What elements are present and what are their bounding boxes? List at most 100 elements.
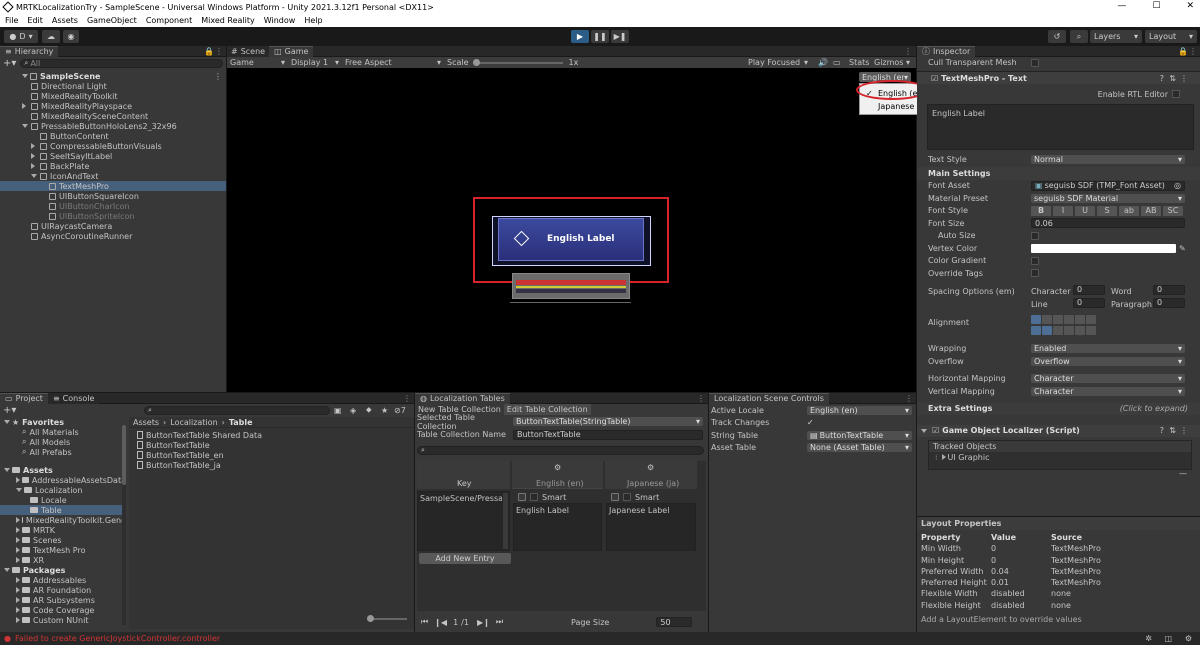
checkbox-checked-icon[interactable]: ☑ bbox=[932, 426, 939, 435]
align-button-icon[interactable] bbox=[1086, 314, 1096, 324]
hierarchy-item[interactable]: UIButtonSquareIcon bbox=[0, 191, 226, 201]
font-style-button[interactable]: U bbox=[1075, 205, 1095, 216]
help-icon[interactable]: ? bbox=[1160, 426, 1164, 435]
gear-icon[interactable]: ⚙ bbox=[554, 463, 561, 472]
collapse-arrow-icon[interactable] bbox=[16, 577, 20, 583]
display-dropdown[interactable]: Display 1 ▾ bbox=[291, 58, 339, 67]
hierarchy-item[interactable]: TextMeshPro bbox=[0, 181, 226, 191]
project-tree-scrollbar[interactable] bbox=[122, 425, 126, 625]
spacing-field[interactable]: 0 bbox=[1153, 297, 1185, 308]
align-button-icon[interactable] bbox=[1053, 314, 1063, 324]
kebab-menu-icon[interactable]: ⋮ bbox=[697, 394, 705, 403]
hierarchy-search-input[interactable]: ⌕ All bbox=[20, 58, 223, 68]
english-value-cell[interactable]: English Label bbox=[513, 503, 602, 551]
smart-checkbox[interactable] bbox=[623, 493, 631, 501]
text-input-area[interactable]: English Label bbox=[927, 104, 1194, 150]
lock-icon[interactable]: 🔒 bbox=[204, 47, 214, 56]
holo-button[interactable]: English Label bbox=[498, 218, 644, 261]
slider-handle[interactable] bbox=[472, 58, 480, 66]
eyedropper-icon[interactable]: ✎ bbox=[1179, 244, 1186, 253]
smart-toggle-ja[interactable]: Smart bbox=[607, 492, 695, 502]
next-page-icon[interactable]: ▶❙ bbox=[477, 618, 490, 627]
smart-toggle-en[interactable]: Smart bbox=[514, 492, 602, 502]
align-button-icon[interactable] bbox=[1031, 325, 1041, 335]
collapse-arrow-icon[interactable] bbox=[22, 103, 26, 109]
prev-page-icon[interactable]: ❙◀ bbox=[434, 618, 447, 627]
hierarchy-item[interactable]: ButtonContent bbox=[0, 131, 226, 141]
packages-header[interactable]: Packages bbox=[0, 565, 126, 575]
package-item[interactable]: Custom NUnit bbox=[0, 615, 126, 625]
hierarchy-item[interactable]: UIButtonSpriteIcon bbox=[0, 211, 226, 221]
close-button[interactable]: ✕ bbox=[1186, 1, 1194, 11]
expand-arrow-icon[interactable] bbox=[22, 74, 28, 78]
font-style-button[interactable]: SC bbox=[1163, 205, 1183, 216]
package-item[interactable]: Addressables bbox=[0, 575, 126, 585]
project-folder[interactable]: MixedRealityToolkit.Gene bbox=[0, 515, 126, 525]
kebab-menu-icon[interactable]: ⋮ bbox=[904, 47, 912, 56]
first-page-icon[interactable]: ⏮ bbox=[421, 617, 428, 627]
hierarchy-item[interactable]: MixedRealityPlayspace bbox=[0, 101, 226, 111]
favorites-header[interactable]: ★ Favorites bbox=[0, 417, 126, 427]
font-style-button[interactable]: B bbox=[1031, 205, 1051, 216]
project-folder[interactable]: XR bbox=[0, 555, 126, 565]
add-icon[interactable]: +▾ bbox=[3, 405, 16, 416]
hierarchy-item[interactable]: PressableButtonHoloLens2_32x96 bbox=[0, 121, 226, 131]
hierarchy-item[interactable]: MixedRealitySceneContent bbox=[0, 111, 226, 121]
remove-icon[interactable]: — bbox=[1179, 469, 1187, 478]
scale-slider[interactable] bbox=[472, 58, 563, 66]
spacing-field[interactable]: 0 bbox=[1073, 284, 1105, 295]
object-picker-icon[interactable]: ◎ bbox=[1174, 181, 1181, 190]
collapse-arrow-icon[interactable] bbox=[16, 527, 20, 533]
string-table-field[interactable]: ▤ ButtonTextTable ▾ bbox=[807, 430, 912, 440]
layers-dropdown[interactable]: Layers ▾ bbox=[1090, 30, 1142, 43]
align-button-icon[interactable] bbox=[1075, 314, 1085, 324]
hierarchy-item[interactable]: MixedRealityToolkit bbox=[0, 91, 226, 101]
collapse-arrow-icon[interactable] bbox=[16, 557, 20, 563]
minimize-button[interactable]: — bbox=[1117, 1, 1126, 11]
tab-localization-scene-controls[interactable]: Localization Scene Controls bbox=[709, 392, 829, 404]
gizmo-toggle-icon[interactable]: ▭ bbox=[833, 58, 841, 67]
icon-size-slider[interactable] bbox=[367, 615, 407, 622]
lock-icon[interactable]: 🔒 bbox=[1178, 47, 1188, 56]
maximize-button[interactable]: ☐ bbox=[1152, 1, 1160, 11]
menu-help[interactable]: Help bbox=[304, 16, 322, 25]
menu-window[interactable]: Window bbox=[264, 16, 296, 25]
hierarchy-item[interactable]: UIButtonCharIcon bbox=[0, 201, 226, 211]
settings-icon[interactable]: ⚙ bbox=[1185, 634, 1192, 643]
font-style-button[interactable]: I bbox=[1053, 205, 1073, 216]
inspector-checkbox[interactable] bbox=[1031, 269, 1039, 278]
font-size-field[interactable]: 0.06 bbox=[1031, 218, 1185, 229]
collab-button[interactable]: ◉ bbox=[63, 30, 79, 43]
add-new-entry-button[interactable]: Add New Entry bbox=[419, 553, 511, 564]
expand-arrow-icon[interactable] bbox=[31, 174, 37, 178]
project-search-input[interactable]: ⌕ bbox=[144, 405, 330, 415]
page-number[interactable]: 1 bbox=[453, 618, 458, 627]
menu-mixed-reality[interactable]: Mixed Reality bbox=[201, 16, 255, 25]
preset-icon[interactable]: ⇅ bbox=[1169, 426, 1176, 435]
scene-control-dropdown[interactable]: None (Asset Table) ▾ bbox=[807, 443, 912, 453]
collection-name-input[interactable]: ButtonTextTable bbox=[513, 429, 703, 440]
expand-arrow-icon[interactable] bbox=[4, 468, 10, 472]
inspector-dropdown[interactable]: seguisb SDF Material ▾ bbox=[1031, 193, 1185, 203]
menu-component[interactable]: Component bbox=[146, 16, 192, 25]
align-button-icon[interactable] bbox=[1064, 314, 1074, 324]
collapse-arrow-icon[interactable] bbox=[16, 607, 20, 613]
breadcrumb-table[interactable]: Table bbox=[229, 418, 253, 427]
hierarchy-item[interactable]: AsyncCoroutineRunner bbox=[0, 231, 226, 241]
step-button[interactable]: ▶❚ bbox=[611, 30, 629, 43]
favorite-item[interactable]: ⌕ All Prefabs bbox=[0, 447, 126, 457]
align-button-icon[interactable] bbox=[1075, 325, 1085, 335]
font-style-button[interactable]: S bbox=[1097, 205, 1117, 216]
package-item[interactable]: AR Subsystems bbox=[0, 595, 126, 605]
collapse-arrow-icon[interactable] bbox=[16, 617, 20, 623]
collapse-arrow-icon[interactable] bbox=[31, 153, 35, 159]
inspector-dropdown[interactable]: Enabled ▾ bbox=[1031, 344, 1185, 354]
expand-arrow-icon[interactable] bbox=[16, 488, 22, 492]
menu-file[interactable]: File bbox=[5, 16, 18, 25]
layout-dropdown[interactable]: Layout ▾ bbox=[1145, 30, 1197, 43]
tab-edit-table-collection[interactable]: Edit Table Collection bbox=[503, 404, 591, 415]
spacing-field[interactable]: 0 bbox=[1153, 284, 1185, 295]
expand-arrow-icon[interactable] bbox=[22, 124, 28, 128]
hierarchy-item[interactable]: Directional Light bbox=[0, 81, 226, 91]
tab-project[interactable]: ▭ Project bbox=[0, 392, 48, 404]
